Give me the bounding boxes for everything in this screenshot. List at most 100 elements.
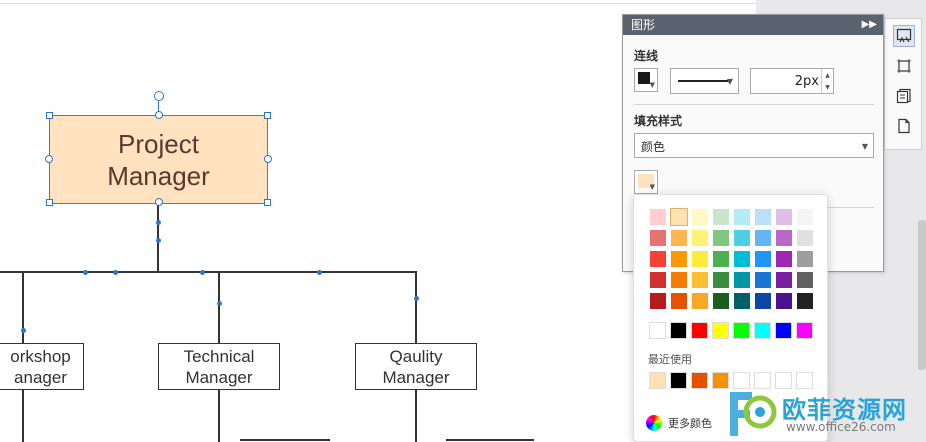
basic-color-swatch[interactable] xyxy=(691,322,708,339)
color-swatch[interactable] xyxy=(692,230,708,246)
color-swatch[interactable] xyxy=(776,293,792,309)
fill-color-button[interactable]: ▼ xyxy=(634,170,658,194)
color-swatch[interactable] xyxy=(776,230,792,246)
color-swatch[interactable] xyxy=(755,209,771,225)
connection-point[interactable] xyxy=(156,220,161,225)
basic-color-swatch[interactable] xyxy=(712,322,729,339)
color-swatch[interactable] xyxy=(692,293,708,309)
basic-color-swatch[interactable] xyxy=(754,322,771,339)
shape-format-button[interactable] xyxy=(893,25,915,47)
basic-color-swatch[interactable] xyxy=(649,322,666,339)
color-swatch[interactable] xyxy=(692,272,708,288)
resize-handle[interactable] xyxy=(155,198,163,206)
color-swatch[interactable] xyxy=(734,251,750,267)
resize-handle[interactable] xyxy=(46,112,53,119)
connection-point[interactable] xyxy=(21,328,26,333)
basic-color-swatch[interactable] xyxy=(775,322,792,339)
recent-color-swatch[interactable] xyxy=(649,372,666,389)
color-swatch[interactable] xyxy=(671,251,687,267)
connection-point[interactable] xyxy=(317,270,322,275)
technical-manager-node[interactable]: Technical Manager xyxy=(158,343,280,390)
color-swatch[interactable] xyxy=(755,272,771,288)
quality-manager-node[interactable]: Qaulity Manager xyxy=(355,343,477,390)
resize-handle[interactable] xyxy=(155,111,163,119)
color-swatch[interactable] xyxy=(650,293,666,309)
color-swatch[interactable] xyxy=(734,293,750,309)
stroke-width-stepper[interactable]: ▲ ▼ xyxy=(821,69,833,93)
color-swatch[interactable] xyxy=(797,209,813,225)
node-label-line: Manager xyxy=(356,367,476,388)
color-swatch[interactable] xyxy=(650,272,666,288)
connection-point[interactable] xyxy=(414,296,419,301)
connection-point[interactable] xyxy=(113,270,118,275)
resize-handle[interactable] xyxy=(45,155,53,163)
color-swatch[interactable] xyxy=(713,293,729,309)
fill-section-title: 填充样式 xyxy=(634,112,682,129)
stroke-width-input[interactable]: 2px ▲ ▼ xyxy=(750,68,834,94)
canvas-top-border xyxy=(0,3,760,4)
connector-line xyxy=(22,390,24,442)
color-swatch[interactable] xyxy=(734,272,750,288)
color-swatch[interactable] xyxy=(755,230,771,246)
resize-handle[interactable] xyxy=(264,155,272,163)
connector-line xyxy=(446,439,534,441)
color-swatch[interactable] xyxy=(734,209,750,225)
basic-color-swatch[interactable] xyxy=(733,322,750,339)
color-swatch[interactable] xyxy=(671,293,687,309)
workshop-manager-node[interactable]: orkshop anager xyxy=(0,343,84,390)
color-swatch[interactable] xyxy=(713,251,729,267)
basic-color-swatch[interactable] xyxy=(670,322,687,339)
stepper-down-icon[interactable]: ▼ xyxy=(825,84,830,91)
recent-color-swatch[interactable] xyxy=(670,372,687,389)
connector-line xyxy=(240,439,330,441)
color-swatch[interactable] xyxy=(734,230,750,246)
color-swatch[interactable] xyxy=(671,272,687,288)
node-label-line: orkshop xyxy=(0,346,83,367)
color-swatch[interactable] xyxy=(776,209,792,225)
resize-handle[interactable] xyxy=(46,199,53,206)
stroke-color-button[interactable]: ▼ xyxy=(634,68,658,92)
color-swatch[interactable] xyxy=(671,230,687,246)
color-swatch[interactable] xyxy=(797,230,813,246)
fill-mode-select[interactable]: 颜色 ▼ xyxy=(634,133,874,158)
color-swatch[interactable] xyxy=(755,293,771,309)
more-colors-button[interactable]: 更多颜色 xyxy=(646,413,712,433)
color-swatch[interactable] xyxy=(692,251,708,267)
copy-pages-button[interactable] xyxy=(893,85,915,107)
stroke-color-swatch xyxy=(638,72,650,84)
resize-handle[interactable] xyxy=(264,199,271,206)
color-swatch[interactable] xyxy=(776,251,792,267)
connection-point[interactable] xyxy=(83,270,88,275)
chevron-down-icon: ▼ xyxy=(727,77,733,86)
stepper-up-icon[interactable]: ▲ xyxy=(825,72,830,79)
color-swatch[interactable] xyxy=(776,272,792,288)
connector-line xyxy=(415,390,417,442)
vertical-scrollbar[interactable] xyxy=(918,220,926,370)
color-swatch[interactable] xyxy=(713,209,729,225)
color-swatch[interactable] xyxy=(650,251,666,267)
double-chevron-right-icon[interactable]: ▶▶ xyxy=(862,15,877,35)
fill-mode-value: 颜色 xyxy=(641,138,665,155)
recent-color-swatch[interactable] xyxy=(691,372,708,389)
rotate-handle[interactable] xyxy=(154,91,164,101)
project-manager-node[interactable]: Project Manager xyxy=(49,115,268,204)
color-swatch[interactable] xyxy=(713,272,729,288)
connection-point[interactable] xyxy=(156,238,161,243)
color-swatch[interactable] xyxy=(650,230,666,246)
color-swatch[interactable] xyxy=(692,209,708,225)
resize-handle[interactable] xyxy=(264,112,271,119)
color-swatch[interactable] xyxy=(671,209,687,225)
basic-color-swatch[interactable] xyxy=(796,322,813,339)
stroke-style-select[interactable]: ▼ xyxy=(670,68,739,94)
connection-point[interactable] xyxy=(217,301,222,306)
color-swatch[interactable] xyxy=(797,251,813,267)
color-swatch[interactable] xyxy=(713,230,729,246)
color-swatch[interactable] xyxy=(797,272,813,288)
connection-point[interactable] xyxy=(200,270,205,275)
color-swatch[interactable] xyxy=(755,251,771,267)
node-label-line: Technical xyxy=(159,346,279,367)
color-swatch[interactable] xyxy=(650,209,666,225)
page-setup-button[interactable] xyxy=(893,55,915,77)
document-button[interactable] xyxy=(893,115,915,137)
color-swatch[interactable] xyxy=(797,293,813,309)
